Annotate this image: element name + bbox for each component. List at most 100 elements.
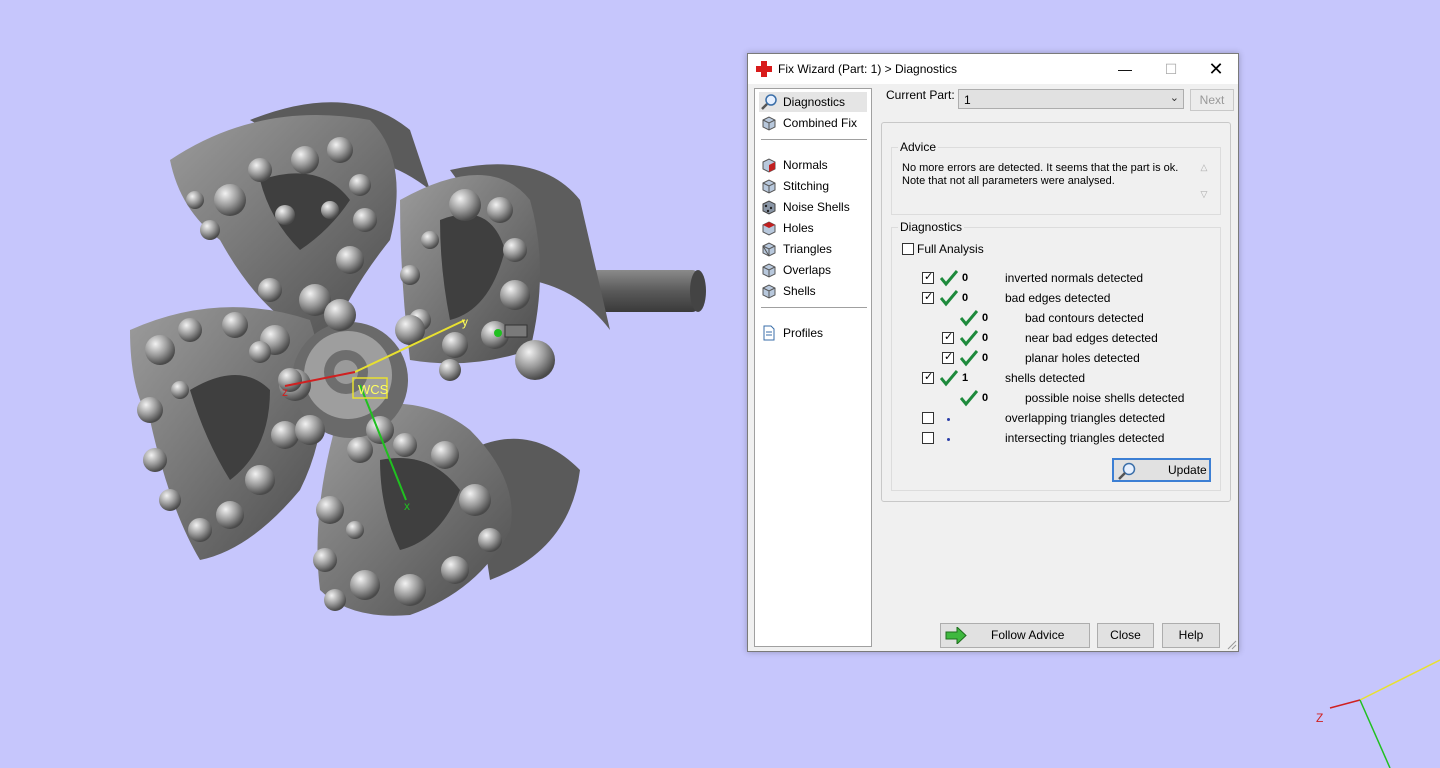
follow-advice-button[interactable]: Follow Advice [940,623,1090,648]
check-icon [940,370,958,387]
nav-divider [761,307,867,308]
follow-advice-label: Follow Advice [991,628,1065,642]
triangles-cube-icon [762,242,776,257]
check-icon [960,330,978,347]
advice-group: Advice No more errors are detected. It s… [891,140,1221,215]
minimize-button[interactable]: — [1102,54,1148,84]
nav-item-triangles[interactable]: Triangles [759,239,867,259]
corner-axes-indicator: Z [1316,659,1440,768]
full-analysis-label: Full Analysis [917,242,984,256]
pending-dot-icon [947,418,950,421]
bad-edges-count: 0 [962,292,969,304]
advice-title: Advice [898,140,939,154]
update-button[interactable]: Update [1112,458,1211,482]
fix-wizard-dialog: Fix Wizard (Part: 1) > Diagnostics — ☐ ✕… [747,53,1239,652]
check-icon [960,350,978,367]
full-analysis-checkbox[interactable] [902,243,914,255]
help-button[interactable]: Help [1162,623,1220,648]
close-window-button[interactable]: ✕ [1193,54,1239,84]
planar-holes-count: 0 [982,352,989,364]
green-arrow-icon [945,627,967,644]
intersecting-triangles-checkbox[interactable] [922,432,934,444]
nav-item-profiles[interactable]: Profiles [759,323,867,343]
nav-item-label: Noise Shells [783,200,850,214]
nav-item-label: Combined Fix [783,116,858,130]
nav-item-label: Stitching [783,179,830,193]
current-part-select[interactable]: 1 ⌄ [958,89,1184,109]
advice-text-box[interactable]: No more errors are detected. It seems th… [898,160,1212,206]
magnifier-icon [761,94,777,110]
bad-contours-count: 0 [982,312,989,324]
noise-shells-icon [762,200,776,215]
noise-shells-label: possible noise shells detected [1025,391,1185,405]
advice-text: No more errors are detected. It seems th… [902,162,1192,188]
diagnostics-title: Diagnostics [898,220,965,234]
resize-grip-icon[interactable] [1227,640,1237,650]
normals-cube-icon [762,158,776,173]
cube-icon [762,116,776,131]
nav-item-label: Shells [783,284,816,298]
shells-checkbox[interactable] [922,370,934,384]
noise-shells-count: 0 [982,392,989,404]
inverted-normals-label: inverted normals detected [1005,271,1144,285]
maximize-button[interactable]: ☐ [1148,54,1194,84]
nav-item-label: Triangles [783,242,832,256]
nav-item-label: Profiles [783,326,824,340]
bad-edges-label: bad edges detected [1005,291,1111,305]
nav-divider [761,139,867,140]
overlapping-triangles-checkbox[interactable] [922,412,934,424]
holes-cube-icon [762,221,776,236]
intersecting-triangles-label: intersecting triangles detected [1005,431,1165,445]
nav-item-label: Normals [783,158,828,172]
shells-cube-icon [762,284,776,299]
overlapping-triangles-label: overlapping triangles detected [1005,411,1166,425]
3d-model[interactable]: WCS y x z [110,90,720,630]
pending-dot-icon [947,438,950,441]
nav-item-label: Holes [783,221,814,235]
advice-scrollbar[interactable]: △ ▽ [1196,160,1212,206]
planar-holes-checkbox[interactable] [942,350,954,364]
bad-edges-checkbox[interactable] [922,290,934,304]
update-label: Update [1168,463,1207,477]
dialog-title: Fix Wizard (Part: 1) > Diagnostics [778,62,958,76]
near-bad-edges-checkbox[interactable] [942,330,954,344]
nav-item-label: Diagnostics [783,95,846,109]
inverted-normals-checkbox[interactable] [922,270,934,284]
nav-item-overlaps[interactable]: Overlaps [759,260,867,280]
scroll-down-icon[interactable]: ▽ [1196,189,1212,200]
close-button[interactable]: Close [1097,623,1154,648]
nav-item-diagnostics[interactable]: Diagnostics [759,92,867,112]
nav-item-holes[interactable]: Holes [759,218,867,238]
axis-y-label: y [462,315,468,329]
bad-contours-label: bad contours detected [1025,311,1144,325]
nav-item-combined-fix[interactable]: Combined Fix [759,113,867,133]
near-bad-edges-label: near bad edges detected [1025,331,1158,345]
nav-item-shells[interactable]: Shells [759,281,867,301]
check-icon [940,290,958,307]
axis-z-label: z [282,385,288,399]
corner-axis-z-label: Z [1316,711,1323,725]
axis-x-label: x [404,499,410,513]
check-icon [940,270,958,287]
next-button[interactable]: Next [1190,89,1234,111]
shells-label: shells detected [1005,371,1086,385]
current-part-value: 1 [964,93,971,107]
advice-line-1: No more errors are detected. It seems th… [902,162,1179,174]
nav-item-noise-shells[interactable]: Noise Shells [759,197,867,217]
nav-item-stitching[interactable]: Stitching [759,176,867,196]
check-icon [960,390,978,407]
wcs-label: WCS [358,382,389,397]
shells-count: 1 [962,372,969,384]
near-bad-edges-count: 0 [982,332,989,344]
advice-line-2: Note that not all parameters were analys… [902,175,1115,187]
wizard-nav-panel: Diagnostics Combined Fix Normals Stitchi… [754,88,872,647]
nav-item-normals[interactable]: Normals [759,155,867,175]
magnifier-icon [1118,462,1136,480]
nav-item-label: Overlaps [783,263,832,277]
overlaps-cube-icon [762,263,776,278]
chevron-down-icon: ⌄ [1169,92,1179,104]
title-bar[interactable]: Fix Wizard (Part: 1) > Diagnostics — ☐ ✕ [748,54,1238,84]
check-icon [960,310,978,327]
red-cross-icon [756,61,772,77]
scroll-up-icon[interactable]: △ [1196,162,1212,173]
